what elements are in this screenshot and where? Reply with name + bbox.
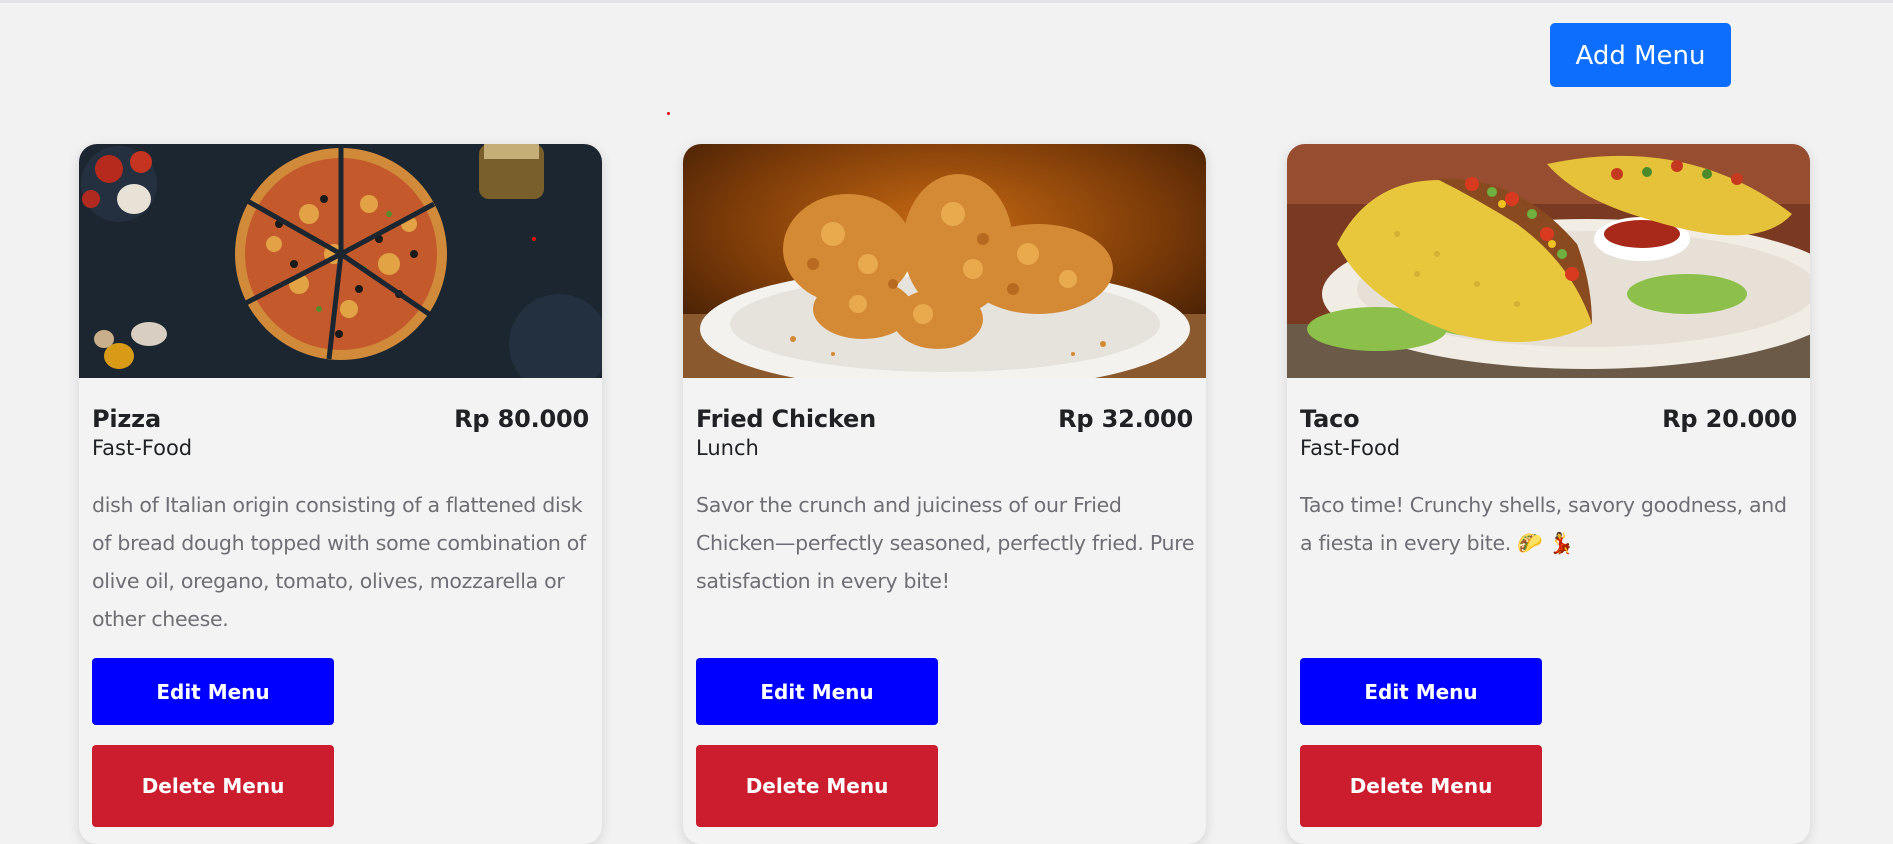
menu-name: Taco	[1300, 405, 1360, 433]
menu-category: Fast-Food	[1300, 436, 1401, 460]
edit-menu-button[interactable]: Edit Menu	[1300, 658, 1542, 725]
menu-card-taco: Taco Rp 20.000 Fast-Food Taco time! Crun…	[1287, 144, 1810, 844]
delete-menu-button[interactable]: Delete Menu	[92, 745, 334, 827]
add-menu-button[interactable]: Add Menu	[1550, 23, 1731, 87]
menu-category: Fast-Food	[92, 436, 193, 460]
delete-menu-button[interactable]: Delete Menu	[1300, 745, 1542, 827]
menu-card-fried-chicken: Fried Chicken Rp 32.000 Lunch Savor the …	[683, 144, 1206, 844]
menu-description: Savor the crunch and juiciness of our Fr…	[696, 493, 1195, 593]
menu-name: Fried Chicken	[696, 405, 876, 433]
menu-image-fried-chicken	[683, 144, 1206, 378]
menu-description: Taco time! Crunchy shells, savory goodne…	[1300, 493, 1787, 555]
menu-price: Rp 32.000	[1058, 405, 1193, 433]
edit-menu-button[interactable]: Edit Menu	[92, 658, 334, 725]
edit-menu-button[interactable]: Edit Menu	[696, 658, 938, 725]
menu-category: Lunch	[696, 436, 759, 460]
menu-description: dish of Italian origin consisting of a f…	[92, 493, 586, 631]
menu-price: Rp 20.000	[1662, 405, 1797, 433]
menu-price: Rp 80.000	[454, 405, 589, 433]
top-divider	[0, 0, 1893, 3]
delete-menu-button[interactable]: Delete Menu	[696, 745, 938, 827]
menu-card-pizza: Pizza Rp 80.000 Fast-Food dish of Italia…	[79, 144, 602, 844]
red-dot-marker	[667, 112, 670, 115]
menu-image-pizza	[79, 144, 602, 378]
menu-image-taco	[1287, 144, 1810, 378]
menu-name: Pizza	[92, 405, 161, 433]
